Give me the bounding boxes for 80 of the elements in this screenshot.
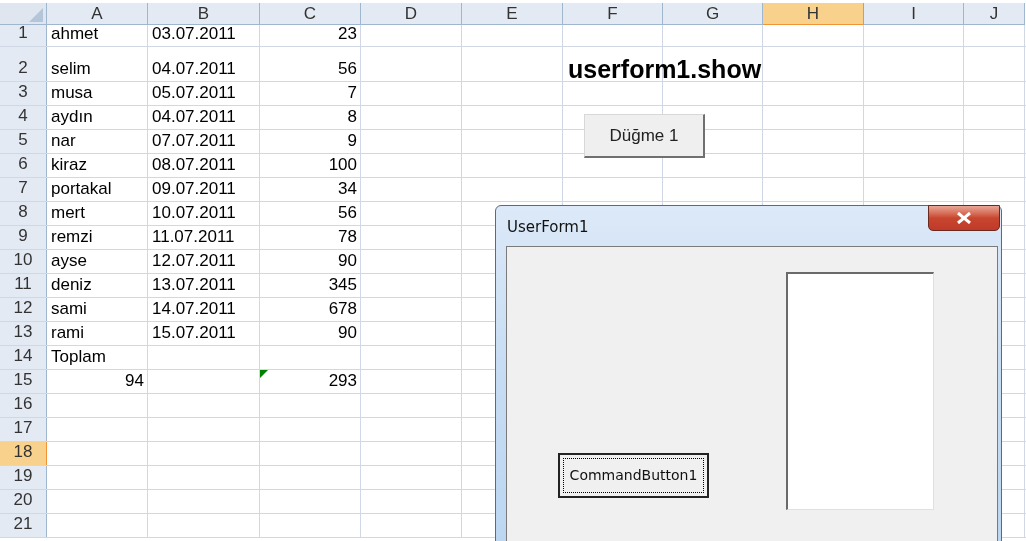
table-cell: 345	[328, 275, 357, 295]
table-cell: portakal	[51, 179, 112, 199]
table-cell: 56	[338, 203, 357, 223]
table-cell: 678	[328, 299, 357, 319]
table-cell: deniz	[51, 275, 92, 295]
table-cell: ayse	[51, 251, 87, 271]
table-cell: nar	[51, 131, 76, 151]
table-cell: 78	[338, 227, 357, 247]
table-cell: 23	[338, 24, 357, 44]
table-cell: 7	[347, 83, 357, 103]
column-header[interactable]: B	[148, 3, 260, 25]
sheet-heading: userform1.show	[568, 54, 762, 85]
table-cell: aydın	[51, 107, 93, 127]
column-header[interactable]: I	[864, 3, 964, 25]
table-cell: 34	[338, 179, 357, 199]
table-cell: 03.07.2011	[152, 24, 236, 44]
close-button[interactable]	[928, 205, 1000, 231]
row-header[interactable]: 21	[0, 514, 47, 537]
column-header[interactable]: F	[563, 3, 663, 25]
table-cell: 94	[125, 371, 144, 391]
row-header[interactable]: 15	[0, 370, 47, 393]
table-cell: 09.07.2011	[152, 179, 236, 199]
table-cell: 11.07.2011	[152, 227, 235, 247]
table-cell: 04.07.2011	[152, 59, 236, 79]
table-cell: selim	[51, 59, 91, 79]
table-cell: 9	[347, 131, 357, 151]
column-header[interactable]: G	[663, 3, 763, 25]
row-header[interactable]: 2	[0, 47, 47, 81]
window-title: UserForm1	[507, 217, 589, 238]
column-header[interactable]: E	[462, 3, 563, 25]
row-header[interactable]: 13	[0, 322, 47, 345]
table-cell: 14.07.2011	[152, 299, 236, 319]
row-header[interactable]: 7	[0, 178, 47, 201]
table-cell: remzi	[51, 227, 93, 247]
table-cell: 90	[338, 323, 357, 343]
table-cell: 100	[328, 155, 357, 175]
table-cell: 10.07.2011	[152, 203, 236, 223]
table-cell: 08.07.2011	[152, 155, 236, 175]
table-cell: 04.07.2011	[152, 107, 236, 127]
row-header[interactable]: 12	[0, 298, 47, 321]
sheet-button[interactable]: Düğme 1	[584, 114, 705, 158]
table-cell: sami	[51, 299, 87, 319]
row-header[interactable]: 19	[0, 466, 47, 489]
row-header[interactable]: 20	[0, 490, 47, 513]
command-button[interactable]: CommandButton1	[558, 453, 709, 498]
table-cell: 293	[328, 371, 357, 391]
table-cell: rami	[51, 323, 85, 343]
row-header[interactable]: 14	[0, 346, 47, 369]
row-header[interactable]: 8	[0, 202, 47, 225]
row-header[interactable]: 11	[0, 274, 47, 297]
table-cell: 56	[338, 59, 357, 79]
row-header[interactable]: 16	[0, 394, 47, 417]
table-cell: 07.07.2011	[152, 131, 236, 151]
column-header[interactable]: A	[47, 3, 148, 25]
row-header[interactable]: 4	[0, 106, 47, 129]
row-header[interactable]: 3	[0, 82, 47, 105]
table-cell: 05.07.2011	[152, 83, 236, 103]
row-header[interactable]: 6	[0, 154, 47, 177]
row-header[interactable]: 17	[0, 418, 47, 441]
list-box[interactable]	[786, 272, 934, 510]
row-header[interactable]: 1	[0, 25, 47, 46]
column-header[interactable]: H	[763, 3, 864, 25]
row-header[interactable]: 9	[0, 226, 47, 249]
table-cell: 90	[338, 251, 357, 271]
column-header[interactable]: J	[964, 3, 1025, 25]
column-header[interactable]: D	[361, 3, 462, 25]
table-cell: 12.07.2011	[152, 251, 236, 271]
table-cell: mert	[51, 203, 85, 223]
table-cell: 13.07.2011	[152, 275, 236, 295]
row-header[interactable]: 5	[0, 130, 47, 153]
table-cell: 8	[347, 107, 357, 127]
table-cell: kiraz	[51, 155, 87, 175]
row-header[interactable]: 10	[0, 250, 47, 273]
row-header[interactable]: 18	[0, 442, 47, 465]
table-cell: 15.07.2011	[152, 323, 236, 343]
close-icon	[956, 212, 972, 224]
column-header[interactable]: C	[260, 3, 361, 25]
table-cell: musa	[51, 83, 93, 103]
table-cell: ahmet	[51, 24, 99, 44]
table-cell: Toplam	[51, 347, 106, 367]
